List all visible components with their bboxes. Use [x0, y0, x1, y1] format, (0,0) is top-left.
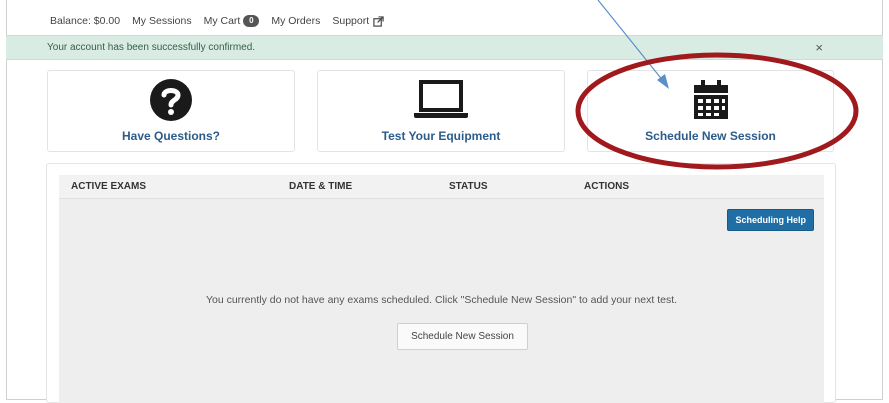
- schedule-session-card[interactable]: Schedule New Session: [587, 70, 834, 152]
- empty-state-message: You currently do not have any exams sche…: [205, 294, 678, 306]
- exams-panel: ACTIVE EXAMS DATE & TIME STATUS ACTIONS …: [46, 163, 836, 403]
- exams-table-header: ACTIVE EXAMS DATE & TIME STATUS ACTIONS: [59, 175, 824, 199]
- have-questions-label: Have Questions?: [121, 129, 221, 143]
- header-actions: ACTIONS: [584, 181, 629, 192]
- nav-my-cart[interactable]: My Cart 0: [204, 15, 260, 27]
- alert-message: Your account has been successfully confi…: [47, 42, 256, 53]
- test-equipment-card[interactable]: Test Your Equipment: [317, 70, 565, 152]
- success-alert: Your account has been successfully confi…: [6, 35, 883, 60]
- test-equipment-label: Test Your Equipment: [381, 129, 501, 143]
- nav-my-orders[interactable]: My Orders: [271, 15, 320, 27]
- schedule-new-session-button[interactable]: Schedule New Session: [397, 323, 528, 350]
- header-active-exams: ACTIVE EXAMS: [71, 181, 147, 192]
- cart-count-badge: 0: [243, 15, 260, 27]
- nav-my-sessions[interactable]: My Sessions: [132, 15, 192, 27]
- nav-support[interactable]: Support: [332, 15, 384, 27]
- scheduling-help-button[interactable]: Scheduling Help: [727, 209, 814, 231]
- nav-support-label: Support: [332, 15, 370, 27]
- question-circle-icon: [149, 79, 193, 121]
- top-navigation: Balance: $0.00 My Sessions My Cart 0 My …: [50, 12, 396, 30]
- schedule-session-label: Schedule New Session: [645, 129, 776, 143]
- nav-my-cart-label: My Cart: [203, 15, 241, 27]
- have-questions-card[interactable]: Have Questions?: [47, 70, 295, 152]
- calendar-icon: [693, 79, 729, 121]
- balance-label: Balance: $0.00: [50, 15, 121, 27]
- header-status: STATUS: [449, 181, 488, 192]
- close-icon[interactable]: ×: [815, 40, 823, 56]
- laptop-icon: [412, 79, 470, 121]
- header-date-time: DATE & TIME: [289, 181, 353, 192]
- exams-table-body: Scheduling Help You currently do not hav…: [59, 199, 824, 403]
- external-link-icon: [373, 15, 384, 27]
